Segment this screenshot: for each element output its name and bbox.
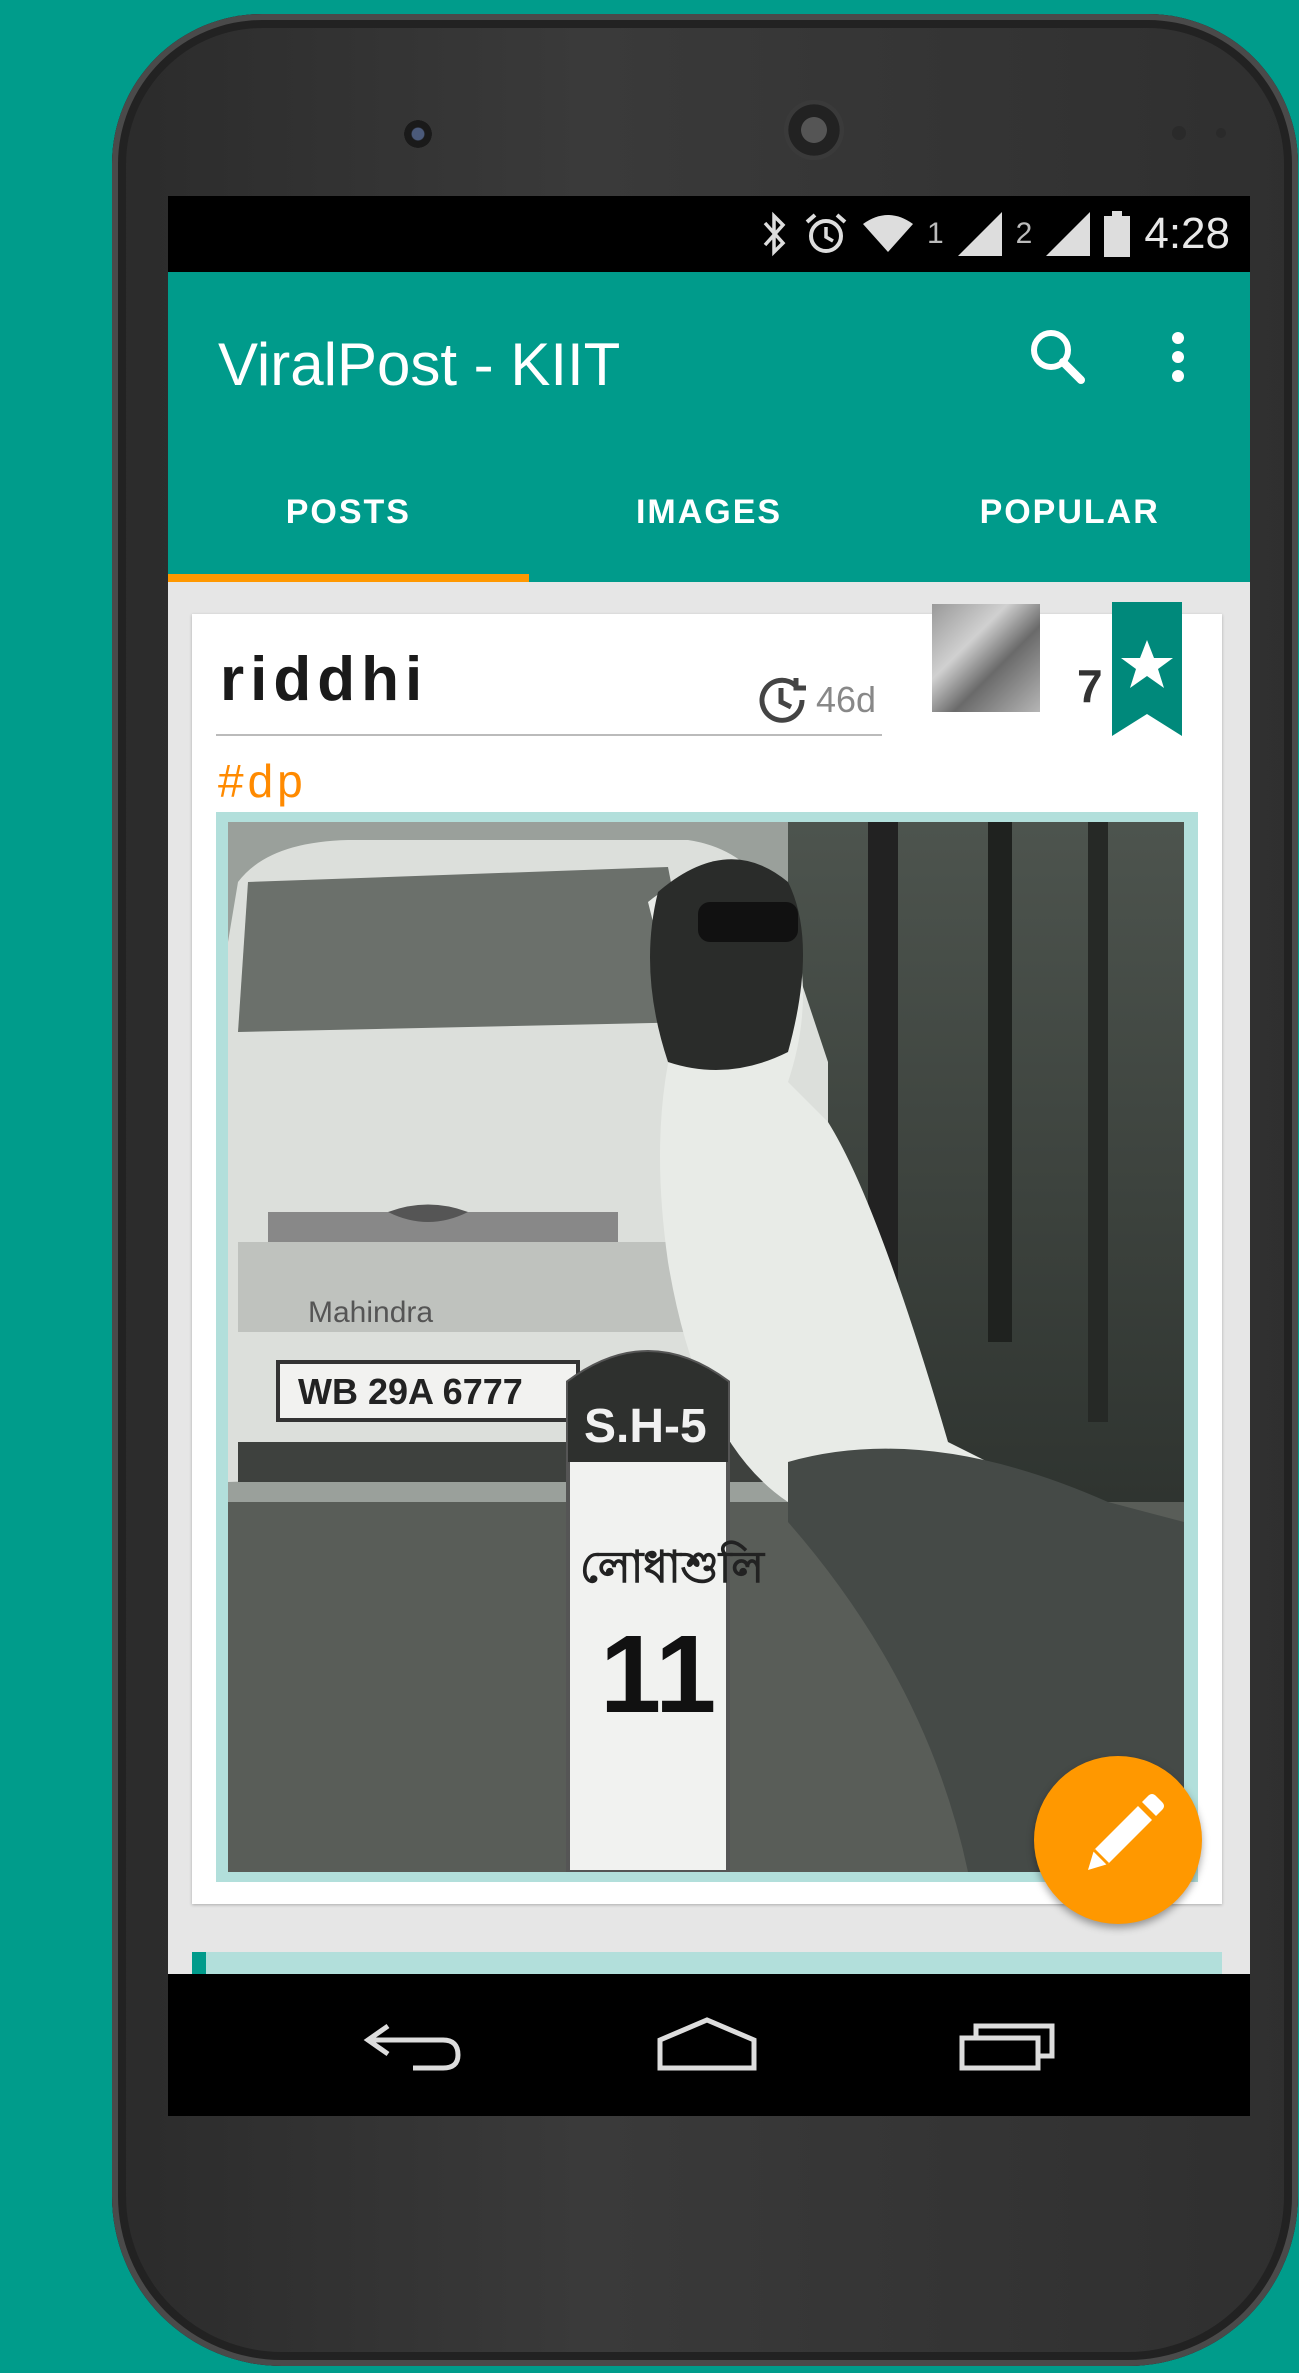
back-button[interactable] [358,2010,468,2080]
light-sensor [1216,128,1226,138]
post-time-ago: 46d [816,679,877,720]
more-options-button[interactable] [1158,322,1198,392]
more-vert-icon [1172,332,1184,382]
status-bar: 1 2 4:28 [168,196,1250,272]
home-button[interactable] [652,2010,762,2080]
post-time: 46d [756,674,876,726]
battery-icon [1104,211,1131,257]
phone-screen: 1 2 4:28 ViralPost - KIIT POSTS IMAGES P… [168,196,1250,2116]
clock-time: 4:28 [1144,209,1230,258]
app-bar: ViralPost - KIIT POSTS IMAGES POPULAR [168,272,1250,582]
back-icon [363,2023,461,2071]
pencil-icon [1088,1794,1164,1870]
milestone-number: 11 [600,1613,716,1736]
post-card[interactable]: riddhi 46d 7 #dp Mahindra WB 29A 6777 S.… [192,602,1222,1904]
milestone-route: S.H-5 [584,1400,707,1453]
sim2-label: 2 [1015,217,1033,250]
app-title: ViralPost - KIIT [218,331,621,398]
divider [216,734,882,736]
recents-button[interactable] [952,2010,1062,2080]
clock-icon [759,677,806,723]
license-plate: WB 29A 6777 [298,1371,523,1412]
proximity-sensor [1172,126,1186,140]
post-image-frame: Mahindra WB 29A 6777 S.H-5 লোধাশুলি 11 [216,812,1198,1882]
post-photo-illustration: Mahindra WB 29A 6777 S.H-5 লোধাশুলি 11 [228,822,1184,1872]
wifi-icon [862,214,913,254]
recents-icon [959,2023,1055,2071]
car-brand: Mahindra [308,1296,433,1329]
signal-icon [1046,212,1091,256]
post-image[interactable]: Mahindra WB 29A 6777 S.H-5 লোধাশুলি 11 [228,822,1184,1872]
compose-button[interactable] [1034,1756,1202,1924]
bluetooth-icon [759,211,789,257]
avatar[interactable] [932,604,1040,712]
alarm-icon [803,211,849,257]
star-bookmark-icon[interactable] [1112,602,1182,736]
home-icon [657,2017,757,2071]
earpiece-speaker [784,100,844,160]
search-button[interactable] [1023,322,1093,392]
tab-posts[interactable]: POSTS [168,452,529,582]
vote-count: 7 [1077,660,1103,712]
signal-icon [957,212,1002,256]
tab-images[interactable]: IMAGES [529,452,890,582]
tab-bar: POSTS IMAGES POPULAR [168,452,1250,582]
search-icon [1031,330,1085,384]
post-username[interactable]: riddhi [220,644,428,715]
system-nav-bar [168,1974,1250,2116]
tab-popular[interactable]: POPULAR [889,452,1250,582]
milestone-place: লোধাশুলি [580,1540,766,1593]
front-camera [404,120,432,148]
post-hashtag[interactable]: #dp [218,754,307,808]
sim1-label: 1 [926,217,944,250]
